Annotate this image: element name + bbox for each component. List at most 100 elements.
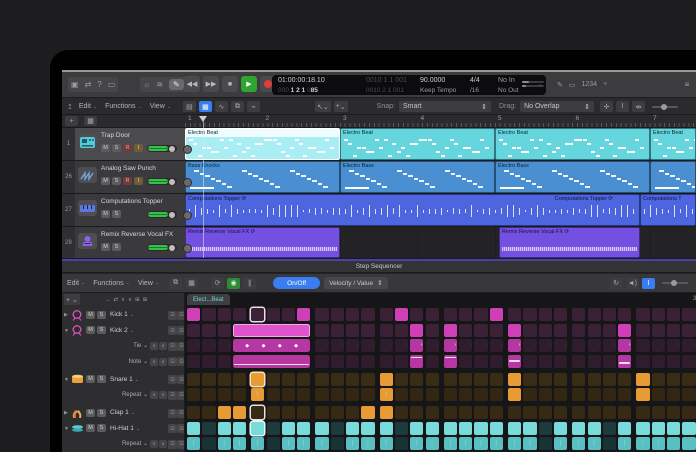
step-cell[interactable]: [508, 324, 521, 337]
step-cell[interactable]: [554, 406, 567, 419]
step-cell[interactable]: [202, 422, 215, 435]
step-cell[interactable]: [682, 355, 695, 368]
step-cell[interactable]: [459, 388, 472, 401]
step-cell[interactable]: [603, 422, 616, 435]
step-cell[interactable]: ›: [636, 339, 649, 352]
volume-slider[interactable]: [147, 244, 177, 251]
s-button[interactable]: S: [112, 210, 121, 218]
step-cell[interactable]: [490, 324, 503, 337]
add-track-button[interactable]: +: [65, 116, 78, 126]
decrement-button[interactable]: ∨: [150, 391, 158, 399]
onoff-mode-button[interactable]: On/Off: [273, 277, 320, 289]
step-cell[interactable]: [202, 437, 215, 450]
tied-note-span[interactable]: [233, 324, 311, 337]
step-cell[interactable]: ›: [554, 339, 567, 352]
step-cell[interactable]: [588, 422, 601, 435]
step-cell[interactable]: ›: [588, 339, 601, 352]
step-cell[interactable]: ›: [490, 339, 503, 352]
step-cell[interactable]: [554, 308, 567, 321]
step-cell[interactable]: [187, 388, 200, 401]
step-cell[interactable]: [603, 324, 616, 337]
step-zoom-slider[interactable]: [662, 282, 688, 284]
step-cell[interactable]: [603, 388, 616, 401]
step-cell[interactable]: [572, 324, 585, 337]
step-record-icon[interactable]: ⟳: [211, 278, 224, 289]
decrement-button[interactable]: ∨: [150, 342, 158, 350]
info-icon[interactable]: I: [642, 278, 655, 289]
step-cell[interactable]: ›: [572, 339, 585, 352]
mute-button[interactable]: M: [86, 424, 95, 432]
step-cell[interactable]: [523, 324, 536, 337]
step-cell[interactable]: [554, 373, 567, 386]
step-cell[interactable]: [297, 388, 310, 401]
row-name[interactable]: Kick 2⌄: [110, 327, 134, 334]
step-cell[interactable]: ⋮: [426, 437, 439, 450]
step-cell[interactable]: [572, 308, 585, 321]
step-cell[interactable]: [474, 324, 487, 337]
step-cell[interactable]: ⋮: [652, 437, 665, 450]
row-option-button[interactable]: ⊡: [177, 391, 185, 400]
step-cell[interactable]: [187, 422, 200, 435]
step-cell[interactable]: [523, 373, 536, 386]
lcd-display[interactable]: 01:00:00:18.10 000 1 2 1 085 0010 1 1 00…: [272, 75, 546, 95]
step-cell[interactable]: [426, 355, 439, 368]
solo-button[interactable]: S: [97, 326, 106, 334]
step-cell[interactable]: [361, 324, 374, 337]
lcd-tempo-mode[interactable]: Keep Tempo: [420, 86, 456, 95]
step-cell[interactable]: [682, 388, 695, 401]
mixer-icon[interactable]: ≋: [156, 80, 163, 89]
step-cell[interactable]: [652, 422, 665, 435]
step-cell[interactable]: [331, 406, 344, 419]
step-cell[interactable]: [282, 373, 295, 386]
pan-knob[interactable]: [183, 145, 192, 154]
step-cell[interactable]: [682, 308, 695, 321]
s-button[interactable]: S: [112, 177, 121, 185]
step-cell[interactable]: ⋮: [588, 437, 601, 450]
step-cell[interactable]: [297, 406, 310, 419]
step-cell[interactable]: [618, 373, 631, 386]
step-cell[interactable]: [508, 355, 521, 368]
mute-button[interactable]: M: [86, 375, 95, 383]
step-cell[interactable]: [315, 406, 328, 419]
region[interactable]: Remix Reverse Vocal FX ⟳: [185, 227, 340, 258]
step-cell[interactable]: [251, 373, 264, 386]
step-cell[interactable]: [682, 422, 695, 435]
step-cell[interactable]: [652, 406, 665, 419]
step-cell[interactable]: [233, 406, 246, 419]
menu-view[interactable]: View⌄: [138, 280, 159, 287]
pan-knob[interactable]: [183, 211, 192, 220]
step-cell[interactable]: ⋮: [490, 437, 503, 450]
step-cell[interactable]: ⋮: [251, 388, 264, 401]
header-icon[interactable]: →: [105, 297, 111, 303]
step-cell[interactable]: ›: [652, 339, 665, 352]
step-cell[interactable]: [202, 388, 215, 401]
forward-button[interactable]: ▶▶: [203, 76, 219, 92]
step-cell[interactable]: ›: [508, 339, 521, 352]
region[interactable]: Electro Beat: [495, 128, 650, 160]
solo-button[interactable]: S: [97, 424, 106, 432]
grid-view-icon[interactable]: ▤: [183, 101, 196, 112]
step-cell[interactable]: [474, 388, 487, 401]
step-cell[interactable]: [459, 324, 472, 337]
toggle-library-icon[interactable]: ▣: [71, 80, 79, 89]
track-zoom-button[interactable]: ▦: [84, 116, 97, 126]
step-cell[interactable]: [361, 373, 374, 386]
row-option-button[interactable]: ⊡: [177, 357, 185, 366]
step-cell[interactable]: [588, 373, 601, 386]
volume-slider[interactable]: [147, 145, 177, 152]
header-icon[interactable]: ⊞: [143, 297, 148, 303]
step-cell[interactable]: [361, 406, 374, 419]
step-cell[interactable]: [539, 422, 552, 435]
edit-mode-select[interactable]: Velocity / Value⇕: [324, 277, 387, 289]
track-header[interactable]: 1Trap DoorMSRI: [62, 128, 185, 160]
step-cell[interactable]: [410, 388, 423, 401]
step-cell[interactable]: [426, 373, 439, 386]
track-lane[interactable]: Electro BeatElectro BeatElectro BeatElec…: [185, 128, 696, 160]
step-cell[interactable]: [218, 373, 231, 386]
step-cell[interactable]: [490, 406, 503, 419]
step-cell[interactable]: [297, 308, 310, 321]
step-cell[interactable]: [474, 355, 487, 368]
step-cell[interactable]: ⋮: [554, 437, 567, 450]
step-cell[interactable]: [490, 308, 503, 321]
step-cell[interactable]: [588, 355, 601, 368]
